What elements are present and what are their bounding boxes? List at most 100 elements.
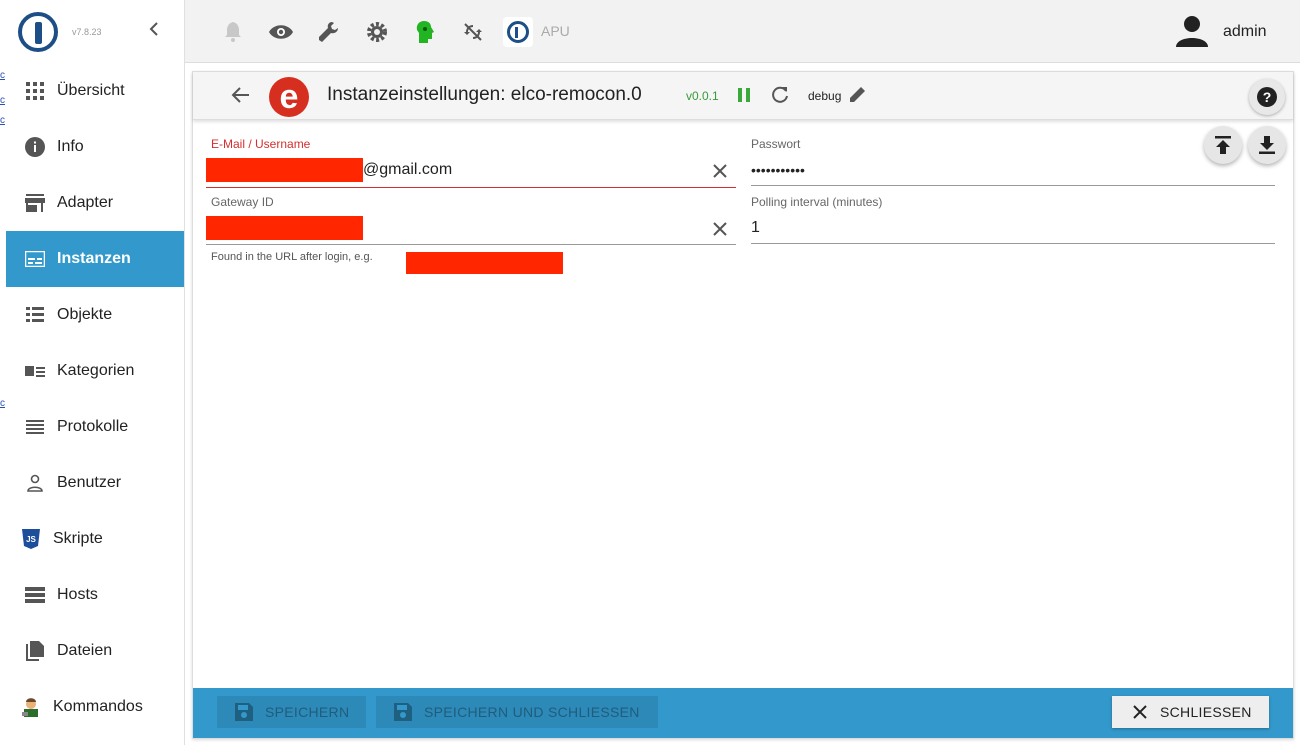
edge-link-fragment[interactable]: c	[0, 95, 5, 106]
gateway-id-underline	[206, 244, 736, 245]
store-icon	[24, 192, 46, 214]
log-level[interactable]: debug	[808, 89, 841, 103]
polling-interval-label: Polling interval (minutes)	[751, 195, 883, 209]
pause-icon[interactable]	[737, 87, 751, 108]
reload-icon[interactable]	[770, 85, 790, 110]
sidebar-item-kommandos[interactable]: Kommandos	[6, 679, 184, 735]
sidebar-item-uebersicht[interactable]: Übersicht	[6, 63, 184, 119]
user-name[interactable]: admin	[1223, 23, 1267, 41]
redacted-block	[406, 252, 563, 274]
clear-email-icon[interactable]	[712, 163, 728, 184]
polling-interval-field[interactable]: Polling interval (minutes) 1	[751, 195, 1275, 244]
top-bar: APU admin	[185, 0, 1300, 63]
password-underline	[751, 185, 1275, 186]
sidebar-item-adapter[interactable]: Adapter	[6, 175, 184, 231]
gateway-id-field[interactable]: Gateway ID	[206, 195, 736, 245]
host-label[interactable]: APU	[541, 23, 570, 39]
wrench-icon[interactable]	[316, 19, 342, 45]
email-suffix: @gmail.com	[363, 161, 453, 178]
gateway-id-helper: Found in the URL after login, e.g.	[211, 251, 373, 263]
collapse-sidebar-icon[interactable]	[148, 20, 160, 43]
gateway-id-helper-text: Found in the URL after login, e.g.	[211, 251, 373, 263]
user-icon	[24, 472, 46, 494]
sidebar-item-objekte[interactable]: Objekte	[6, 287, 184, 343]
save-icon	[235, 703, 253, 721]
sidebar-item-instanzen[interactable]: Instanzen	[6, 231, 184, 287]
email-value[interactable]: @gmail.com	[206, 158, 736, 182]
edge-link-fragment[interactable]: c	[0, 115, 5, 126]
account-icon[interactable]	[1175, 15, 1209, 52]
dialog-footer: SPEICHERN SPEICHERN UND SCHLIESSEN SCHLI…	[193, 688, 1293, 738]
sidebar-item-label: Protokolle	[57, 418, 129, 435]
sidebar-item-protokolle[interactable]: Protokolle	[6, 399, 184, 455]
sidebar-item-label: Benutzer	[57, 474, 122, 491]
sidebar-item-dateien[interactable]: Dateien	[6, 623, 184, 679]
password-value[interactable]: •••••••••••	[751, 160, 1275, 180]
save-icon	[394, 703, 412, 721]
sidebar-item-label: Objekte	[57, 306, 113, 323]
logs-icon	[24, 416, 46, 438]
polling-interval-value[interactable]: 1	[751, 218, 1275, 238]
save-button[interactable]: SPEICHERN	[217, 696, 366, 728]
files-icon	[24, 640, 46, 662]
instances-icon	[24, 248, 46, 270]
sidebar-item-label: Info	[57, 138, 84, 155]
sidebar-item-label: Skripte	[53, 530, 103, 547]
clear-gateway-id-icon[interactable]	[712, 221, 728, 242]
sidebar-item-label: Kommandos	[53, 698, 143, 715]
sidebar-item-label: Kategorien	[57, 362, 135, 379]
adapter-logo: e	[269, 77, 309, 117]
sidebar-header: v7.8.23	[6, 0, 184, 63]
javascript-icon: JS	[20, 528, 42, 550]
bell-icon[interactable]	[220, 19, 246, 45]
list-icon	[24, 304, 46, 326]
sidebar-item-benutzer[interactable]: Benutzer	[6, 455, 184, 511]
info-icon	[24, 136, 46, 158]
sidebar-item-skripte[interactable]: JS Skripte	[6, 511, 184, 567]
save-label: SPEICHERN	[265, 704, 350, 720]
back-arrow-icon[interactable]	[231, 85, 251, 110]
gear-icon[interactable]	[364, 19, 390, 45]
expert-mode-icon[interactable]	[412, 19, 438, 45]
apps-icon	[24, 80, 46, 102]
polling-interval-underline	[751, 243, 1275, 244]
gateway-id-value[interactable]	[206, 216, 736, 240]
instance-settings-dialog: e Instanzeinstellungen: elco-remocon.0 v…	[192, 71, 1294, 739]
email-field[interactable]: E-Mail / Username @gmail.com	[206, 137, 736, 188]
sidebar-item-label: Übersicht	[57, 82, 125, 99]
edit-pencil-icon[interactable]	[849, 85, 867, 108]
sidebar-item-hosts[interactable]: Hosts	[6, 567, 184, 623]
dialog-title: Instanzeinstellungen: elco-remocon.0	[327, 84, 642, 105]
edge-link-fragment[interactable]: c	[0, 70, 5, 81]
svg-text:?: ?	[1263, 89, 1272, 105]
dialog-header: e Instanzeinstellungen: elco-remocon.0 v…	[193, 72, 1293, 120]
categories-icon	[24, 360, 46, 382]
password-label: Passwort	[751, 137, 801, 151]
email-label: E-Mail / Username	[211, 137, 311, 151]
redacted-block	[206, 216, 363, 240]
gateway-id-label: Gateway ID	[211, 195, 274, 209]
email-underline	[206, 187, 736, 188]
close-button[interactable]: SCHLIESSEN	[1112, 696, 1269, 728]
app-version: v7.8.23	[72, 26, 102, 37]
edge-link-fragment[interactable]: c	[0, 398, 5, 409]
iobroker-logo[interactable]	[18, 11, 58, 52]
sidebar-item-info[interactable]: Info	[6, 119, 184, 175]
hosts-icon	[24, 584, 46, 606]
svg-text:JS: JS	[26, 535, 36, 544]
sidebar-item-label: Instanzen	[57, 250, 131, 267]
sidebar-item-kategorien[interactable]: Kategorien	[6, 343, 184, 399]
help-icon[interactable]: ?	[1249, 79, 1285, 115]
save-and-close-label: SPEICHERN UND SCHLIESSEN	[424, 704, 640, 720]
sidebar-item-label: Hosts	[57, 586, 98, 603]
sidebar: v7.8.23 Übersicht Info Adapter Instanzen…	[6, 0, 185, 745]
eye-icon[interactable]	[268, 19, 294, 45]
sidebar-item-label: Adapter	[57, 194, 114, 211]
close-icon	[1133, 705, 1147, 719]
password-field[interactable]: Passwort •••••••••••	[751, 137, 1275, 186]
close-label: SCHLIESSEN	[1160, 704, 1252, 720]
host-logo-icon[interactable]	[503, 17, 533, 47]
sync-off-icon[interactable]	[460, 19, 486, 45]
sidebar-item-label: Dateien	[57, 642, 113, 659]
save-and-close-button[interactable]: SPEICHERN UND SCHLIESSEN	[376, 696, 658, 728]
